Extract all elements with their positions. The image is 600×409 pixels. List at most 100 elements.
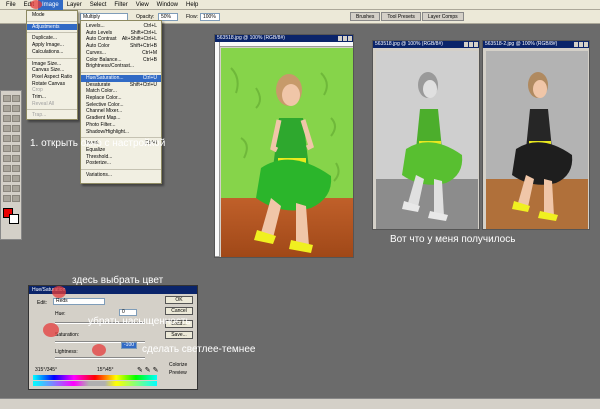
- menu-item-trim[interactable]: Trim...: [27, 94, 77, 101]
- colorize-checkbox[interactable]: Colorize: [169, 362, 187, 368]
- menu-item-apply-image[interactable]: Apply Image...: [27, 42, 77, 49]
- annotation-step1: 1. открыть окно с настройкой: [30, 138, 166, 149]
- tab-layer-comps[interactable]: Layer Comps: [421, 12, 464, 21]
- notes-tool-icon[interactable]: [3, 185, 11, 192]
- menu-item-duplicate[interactable]: Duplicate...: [27, 35, 77, 42]
- hue-input[interactable]: 0: [119, 309, 137, 316]
- eyedropper-icons[interactable]: ✎ ✎ ✎: [137, 366, 159, 374]
- minimize-icon[interactable]: [338, 36, 342, 41]
- close-icon[interactable]: [348, 36, 352, 41]
- dodge-tool-icon[interactable]: [12, 155, 20, 162]
- zoom-tool-icon[interactable]: [12, 195, 20, 202]
- edit-select[interactable]: Reds: [53, 298, 105, 305]
- curves-shortcut: Ctrl+M: [142, 49, 157, 56]
- eraser-tool-icon[interactable]: [3, 145, 11, 152]
- menu-item-desaturate[interactable]: Desaturate Shift+Ctrl+U: [81, 82, 161, 89]
- menu-filter[interactable]: Filter: [110, 0, 131, 10]
- menu-select[interactable]: Select: [86, 0, 111, 10]
- menu-item-gradient-map[interactable]: Gradient Map...: [81, 115, 161, 122]
- menu-item-channel-mixer[interactable]: Channel Mixer...: [81, 108, 161, 115]
- move-tool-icon[interactable]: [12, 95, 20, 102]
- menu-item-calculations[interactable]: Calculations...: [27, 49, 77, 56]
- right-document-title-text: 563518-2.jpg @ 100% (RGB/8#): [485, 41, 558, 47]
- annotation-result: Вот что у меня получилось: [390, 234, 516, 245]
- right-maximize-icon[interactable]: [579, 42, 583, 47]
- menu-item-brightness-contrast[interactable]: Brightness/Contrast...: [81, 63, 161, 70]
- menu-item-shadow-highlight[interactable]: Shadow/Highlight...: [81, 129, 161, 136]
- brush-tool-icon[interactable]: [12, 125, 20, 132]
- crop-tool-icon[interactable]: [3, 115, 11, 122]
- hue-label: Hue:: [55, 311, 66, 317]
- wand-tool-icon[interactable]: [12, 105, 20, 112]
- eyedropper-tool-icon[interactable]: [12, 185, 20, 192]
- result-dark-window: 563518-2.jpg @ 100% (RGB/8#): [482, 40, 590, 230]
- right-window-controls: [574, 42, 588, 47]
- window-controls: [338, 36, 352, 41]
- menu-item-selective-color[interactable]: Selective Color...: [81, 102, 161, 109]
- menu-file[interactable]: File: [2, 0, 20, 10]
- menu-item-levels[interactable]: Levels... Ctrl+L: [81, 23, 161, 30]
- menu-item-rotate-canvas[interactable]: Rotate Canvas: [27, 81, 77, 88]
- healing-tool-icon[interactable]: [3, 125, 11, 132]
- right-close-icon[interactable]: [584, 42, 588, 47]
- saturation-input[interactable]: -100: [121, 342, 137, 349]
- history-brush-icon[interactable]: [12, 135, 20, 142]
- flow-input[interactable]: 100%: [200, 13, 220, 21]
- right-minimize-icon[interactable]: [574, 42, 578, 47]
- save-button[interactable]: Save...: [165, 331, 193, 339]
- ok-button[interactable]: OK: [165, 296, 193, 304]
- shape-tool-icon[interactable]: [12, 175, 20, 182]
- menu-item-variations[interactable]: Variations...: [81, 172, 161, 179]
- background-color-swatch[interactable]: [9, 214, 19, 224]
- dark-dress-photo: [486, 51, 588, 229]
- menu-item-threshold[interactable]: Threshold...: [81, 154, 161, 161]
- menu-item-auto-color[interactable]: Auto Color Shift+Ctrl+B: [81, 43, 161, 50]
- left-close-icon[interactable]: [474, 42, 478, 47]
- menu-separator: [27, 107, 77, 111]
- menu-item-hue-saturation[interactable]: Hue/Saturation... Ctrl+U: [81, 74, 161, 82]
- slice-tool-icon[interactable]: [12, 115, 20, 122]
- menu-item-trap: Trap...: [32, 112, 47, 119]
- desaturated-photo: [376, 51, 478, 229]
- menu-item-image-size[interactable]: Image Size...: [27, 61, 77, 68]
- menu-item-canvas-size[interactable]: Canvas Size...: [27, 67, 77, 74]
- menu-help[interactable]: Help: [182, 0, 202, 10]
- hand-tool-icon[interactable]: [3, 195, 11, 202]
- menu-item-replace-color[interactable]: Replace Color...: [81, 95, 161, 102]
- menu-item-posterize[interactable]: Posterize...: [81, 160, 161, 167]
- cancel-button[interactable]: Cancel: [165, 307, 193, 315]
- preview-checkbox[interactable]: Preview: [169, 370, 187, 376]
- menu-item-pixel-aspect[interactable]: Pixel Aspect Ratio: [27, 74, 77, 81]
- auto-contrast-label: Auto Contrast: [86, 36, 117, 43]
- menu-item-auto-contrast[interactable]: Auto Contrast Alt+Shift+Ctrl+L: [81, 36, 161, 43]
- menu-layer[interactable]: Layer: [63, 0, 86, 10]
- menu-item-mode[interactable]: Mode: [27, 12, 77, 19]
- tab-tool-presets[interactable]: Tool Presets: [381, 12, 421, 21]
- lasso-tool-icon[interactable]: [3, 105, 11, 112]
- annotation-lighter-darker: сделать светлее-темнее: [142, 344, 256, 355]
- left-maximize-icon[interactable]: [469, 42, 473, 47]
- menu-separator: [81, 167, 161, 171]
- menu-item-color-balance[interactable]: Color Balance... Ctrl+B: [81, 57, 161, 64]
- blur-tool-icon[interactable]: [3, 155, 11, 162]
- menu-view[interactable]: View: [132, 0, 153, 10]
- marquee-tool-icon[interactable]: [3, 95, 11, 102]
- menu-window[interactable]: Window: [153, 0, 182, 10]
- tab-brushes[interactable]: Brushes: [350, 12, 381, 21]
- menu-item-adjustments[interactable]: Adjustments: [27, 23, 77, 31]
- image-menu: Mode Adjustments Duplicate... Apply Imag…: [26, 10, 78, 120]
- annotation-remove-saturation: убрать насыщенность: [88, 316, 191, 327]
- stamp-tool-icon[interactable]: [3, 135, 11, 142]
- pen-tool-icon[interactable]: [3, 175, 11, 182]
- lightness-slider[interactable]: [55, 357, 145, 359]
- maximize-icon[interactable]: [343, 36, 347, 41]
- flow-label: Flow:: [186, 14, 198, 20]
- path-tool-icon[interactable]: [3, 165, 11, 172]
- menu-item-photo-filter[interactable]: Photo Filter...: [81, 122, 161, 129]
- type-tool-icon[interactable]: [12, 165, 20, 172]
- gradient-tool-icon[interactable]: [12, 145, 20, 152]
- left-minimize-icon[interactable]: [464, 42, 468, 47]
- menu-item-match-color[interactable]: Match Color...: [81, 88, 161, 95]
- menu-item-curves[interactable]: Curves... Ctrl+M: [81, 50, 161, 57]
- menu-item-auto-levels[interactable]: Auto Levels Shift+Ctrl+L: [81, 30, 161, 37]
